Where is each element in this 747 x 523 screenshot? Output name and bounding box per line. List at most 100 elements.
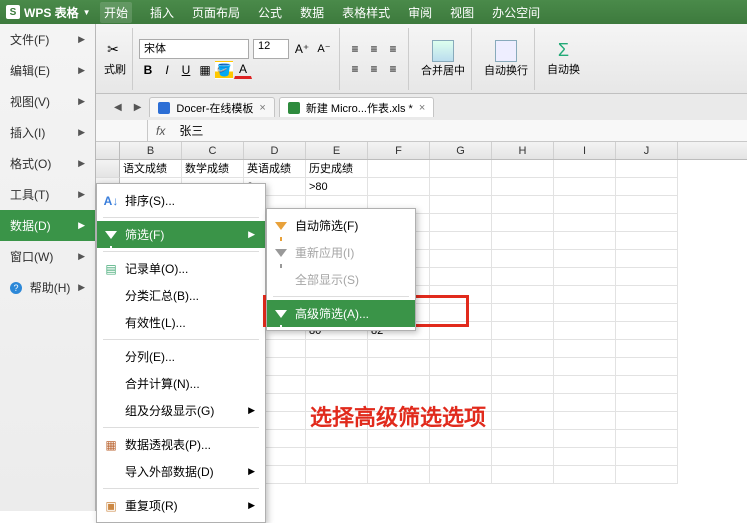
cell[interactable] <box>492 304 554 322</box>
menu-页面布局[interactable]: 页面布局 <box>192 4 240 21</box>
filter-submenu-popup[interactable]: 自动筛选(F)重新应用(I)全部显示(S)高级筛选(A)... <box>266 208 416 331</box>
cell[interactable] <box>616 448 678 466</box>
cell[interactable] <box>430 448 492 466</box>
col-header[interactable]: C <box>182 142 244 159</box>
cell[interactable] <box>492 358 554 376</box>
leftmenu-item[interactable]: 文件(F)▶ <box>0 24 95 55</box>
cell[interactable]: >80 <box>306 178 368 196</box>
cell[interactable] <box>616 160 678 178</box>
cell[interactable] <box>616 268 678 286</box>
cell[interactable] <box>430 250 492 268</box>
col-header[interactable]: B <box>120 142 182 159</box>
menu-item[interactable]: 导入外部数据(D)▶ <box>97 458 265 485</box>
border-icon[interactable]: ▦ <box>196 61 214 79</box>
cell[interactable] <box>554 268 616 286</box>
menu-办公空间[interactable]: 办公空间 <box>492 4 540 21</box>
menu-item[interactable]: 有效性(L)... <box>97 309 265 336</box>
cell[interactable]: 英语成绩 <box>244 160 306 178</box>
cell[interactable] <box>492 376 554 394</box>
menu-插入[interactable]: 插入 <box>150 4 174 21</box>
cell[interactable] <box>616 214 678 232</box>
cell[interactable] <box>616 340 678 358</box>
row-header[interactable] <box>96 160 120 178</box>
cell[interactable] <box>554 160 616 178</box>
cell[interactable] <box>430 196 492 214</box>
cell[interactable] <box>554 304 616 322</box>
cell[interactable] <box>554 340 616 358</box>
underline-icon[interactable]: U <box>177 61 195 79</box>
col-header[interactable]: I <box>554 142 616 159</box>
cell[interactable] <box>368 358 430 376</box>
cell[interactable] <box>368 466 430 484</box>
cell[interactable] <box>492 268 554 286</box>
menu-item[interactable]: 分类汇总(B)... <box>97 282 265 309</box>
cell[interactable] <box>554 394 616 412</box>
cell[interactable] <box>492 394 554 412</box>
cell[interactable] <box>492 340 554 358</box>
cell[interactable] <box>616 376 678 394</box>
cell[interactable] <box>430 178 492 196</box>
cell[interactable] <box>616 466 678 484</box>
cell[interactable] <box>430 160 492 178</box>
cell[interactable] <box>306 466 368 484</box>
cell[interactable] <box>368 376 430 394</box>
cell[interactable] <box>616 394 678 412</box>
cell[interactable] <box>554 322 616 340</box>
cell[interactable] <box>616 196 678 214</box>
cell[interactable] <box>554 466 616 484</box>
menu-item[interactable]: ▦数据透视表(P)... <box>97 431 265 458</box>
format-brush-icon[interactable]: ✂ <box>104 41 122 59</box>
menu-item[interactable]: 组及分级显示(G)▶ <box>97 397 265 424</box>
cell[interactable] <box>368 448 430 466</box>
cell[interactable] <box>554 430 616 448</box>
menu-审阅[interactable]: 审阅 <box>408 4 432 21</box>
tab-prev-icon[interactable]: ◀ <box>110 102 126 113</box>
cell[interactable] <box>616 412 678 430</box>
merge-center-group[interactable]: 合并居中 <box>415 28 472 90</box>
align-left-icon[interactable]: ≡ <box>346 60 364 78</box>
cell[interactable] <box>492 178 554 196</box>
tab-next-icon[interactable]: ▶ <box>130 102 146 113</box>
fx-icon[interactable]: fx <box>148 124 173 138</box>
col-header[interactable]: H <box>492 142 554 159</box>
cell[interactable] <box>616 358 678 376</box>
leftmenu-item[interactable]: 数据(D)▶ <box>0 210 95 241</box>
leftmenu-item[interactable]: ?帮助(H)▶ <box>0 272 95 303</box>
cell[interactable] <box>554 250 616 268</box>
close-icon[interactable]: × <box>419 102 425 114</box>
cell[interactable] <box>554 358 616 376</box>
cell[interactable]: 历史成绩 <box>306 160 368 178</box>
name-box[interactable] <box>96 120 148 141</box>
menu-公式[interactable]: 公式 <box>258 4 282 21</box>
cell[interactable] <box>430 286 492 304</box>
formula-value[interactable]: 张三 <box>173 122 209 139</box>
cell[interactable] <box>368 340 430 358</box>
leftmenu-item[interactable]: 编辑(E)▶ <box>0 55 95 86</box>
cell[interactable] <box>492 214 554 232</box>
cell[interactable] <box>430 214 492 232</box>
cell[interactable] <box>368 160 430 178</box>
cell[interactable] <box>430 376 492 394</box>
italic-icon[interactable]: I <box>158 61 176 79</box>
doc-tab[interactable]: 新建 Micro...作表.xls *× <box>279 97 434 117</box>
cell[interactable] <box>492 160 554 178</box>
menu-item[interactable]: A↓排序(S)... <box>97 187 265 214</box>
col-header[interactable]: E <box>306 142 368 159</box>
cell[interactable] <box>492 412 554 430</box>
cell[interactable] <box>616 232 678 250</box>
menu-开始[interactable]: 开始 <box>100 2 132 23</box>
cell[interactable] <box>368 178 430 196</box>
data-menu-popup[interactable]: A↓排序(S)...筛选(F)▶▤记录单(O)...分类汇总(B)...有效性(… <box>96 183 266 523</box>
wrap-text-group[interactable]: 自动换行 <box>478 28 535 90</box>
cell[interactable] <box>492 322 554 340</box>
col-header[interactable]: D <box>244 142 306 159</box>
cell[interactable] <box>430 466 492 484</box>
titlebar-dropdown-icon[interactable]: ▼ <box>83 8 91 17</box>
submenu-item[interactable]: 高级筛选(A)... <box>267 300 415 327</box>
cell[interactable]: 语文成绩 <box>120 160 182 178</box>
menu-item[interactable]: 合并计算(N)... <box>97 370 265 397</box>
menu-表格样式[interactable]: 表格样式 <box>342 4 390 21</box>
col-header[interactable]: F <box>368 142 430 159</box>
cell[interactable] <box>492 250 554 268</box>
doc-tab[interactable]: Docer-在线模板× <box>149 97 274 117</box>
